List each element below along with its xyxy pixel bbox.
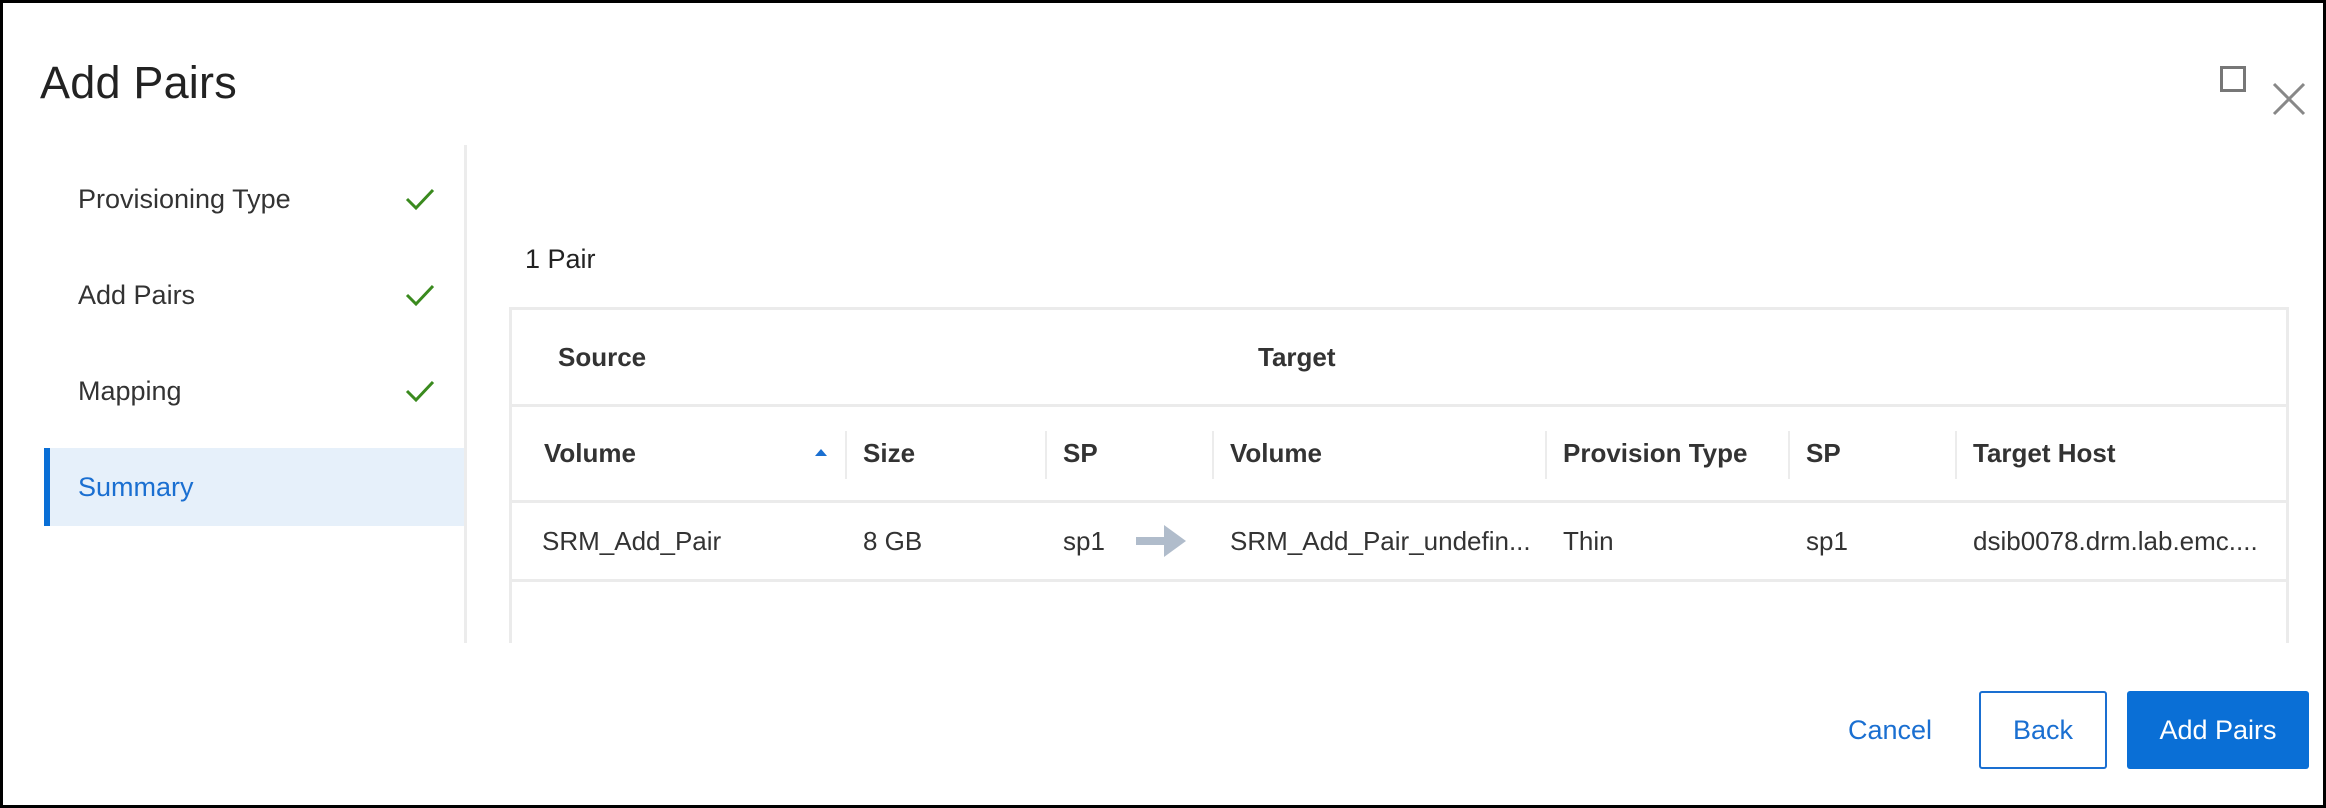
col-target-sp[interactable]: SP (1788, 407, 1955, 500)
col-target-volume[interactable]: Volume (1212, 407, 1545, 500)
maximize-icon[interactable] (2220, 66, 2246, 92)
col-label: Target Host (1973, 438, 2116, 468)
col-provision-type[interactable]: Provision Type (1545, 407, 1788, 500)
group-source: Source (558, 342, 647, 372)
cell-target-sp: sp1 (1806, 525, 1848, 556)
back-button[interactable]: Back (1979, 691, 2107, 769)
step-label: Summary (78, 471, 194, 502)
pairs-table: Source Target Volume Size SP Volume Prov… (509, 307, 2289, 643)
cell-size: 8 GB (863, 525, 923, 556)
arrow-right-icon (1134, 523, 1188, 564)
col-label: Volume (544, 438, 636, 468)
step-label: Add Pairs (78, 279, 196, 310)
table-group-header: Source Target (512, 310, 2286, 407)
wizard-steps: Provisioning Type Add Pairs Mapping Summ… (40, 145, 464, 643)
step-provisioning-type[interactable]: Provisioning Type (44, 160, 464, 238)
col-size[interactable]: Size (845, 407, 1045, 500)
col-source-sp[interactable]: SP (1045, 407, 1212, 500)
col-label: Provision Type (1563, 438, 1748, 468)
col-target-host[interactable]: Target Host (1955, 407, 2289, 500)
close-icon[interactable] (2271, 81, 2307, 117)
cell-provision-type: Thin (1563, 525, 1614, 556)
col-label: Volume (1230, 438, 1322, 468)
step-label: Provisioning Type (78, 183, 291, 214)
step-mapping[interactable]: Mapping (44, 352, 464, 430)
cell-target-host: dsib0078.drm.lab.emc.... (1973, 525, 2258, 556)
col-label: SP (1806, 438, 1841, 468)
cell-target-volume: SRM_Add_Pair_undefin... (1230, 525, 1531, 556)
col-source-volume[interactable]: Volume (526, 407, 845, 500)
check-icon (400, 283, 440, 307)
step-label: Mapping (78, 375, 182, 406)
step-summary[interactable]: Summary (44, 448, 464, 526)
cell-source-volume: SRM_Add_Pair (542, 525, 722, 556)
pair-count: 1 Pair (525, 244, 596, 274)
col-label: SP (1063, 438, 1098, 468)
table-row[interactable]: SRM_Add_Pair 8 GB sp1 SRM_Add_Pair_undef… (512, 503, 2286, 582)
add-pairs-button[interactable]: Add Pairs (2127, 691, 2309, 769)
col-label: Size (863, 438, 916, 468)
check-icon (400, 379, 440, 403)
step-add-pairs[interactable]: Add Pairs (44, 256, 464, 334)
add-pairs-dialog: Add Pairs Provisioning Type Add Pairs Ma… (3, 3, 2323, 805)
table-column-header: Volume Size SP Volume Provision Type SP … (512, 407, 2286, 503)
group-target: Target (1258, 342, 1336, 372)
check-icon (400, 187, 440, 211)
sidebar-divider (464, 145, 467, 643)
sort-ascending-icon (815, 449, 827, 456)
cancel-button[interactable]: Cancel (1825, 691, 1955, 769)
dialog-title: Add Pairs (40, 57, 237, 108)
cell-source-sp: sp1 (1063, 525, 1105, 556)
